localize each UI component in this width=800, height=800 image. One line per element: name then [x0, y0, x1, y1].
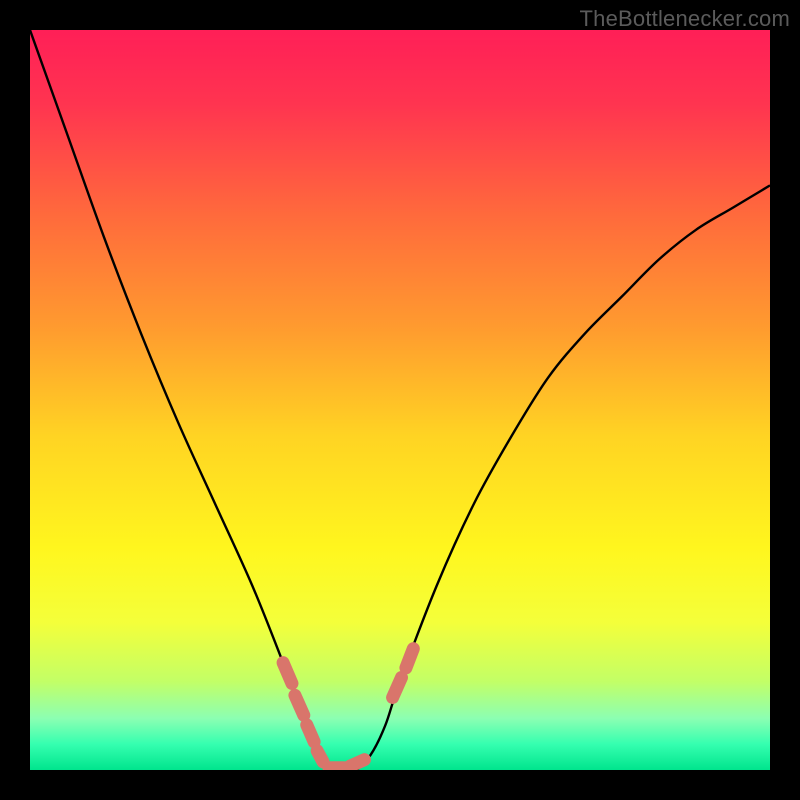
marker-dash — [406, 649, 413, 668]
chart-frame: TheBottlenecker.com — [0, 0, 800, 800]
plot-area — [30, 30, 770, 770]
marker-dash — [350, 760, 365, 767]
watermark-text: TheBottlenecker.com — [580, 6, 790, 32]
marker-dash — [283, 663, 292, 684]
bottleneck-chart — [30, 30, 770, 770]
marker-dash — [295, 695, 304, 715]
gradient-background — [30, 30, 770, 770]
marker-dash — [307, 725, 314, 742]
marker-dash — [317, 751, 323, 762]
marker-dash — [393, 678, 402, 698]
